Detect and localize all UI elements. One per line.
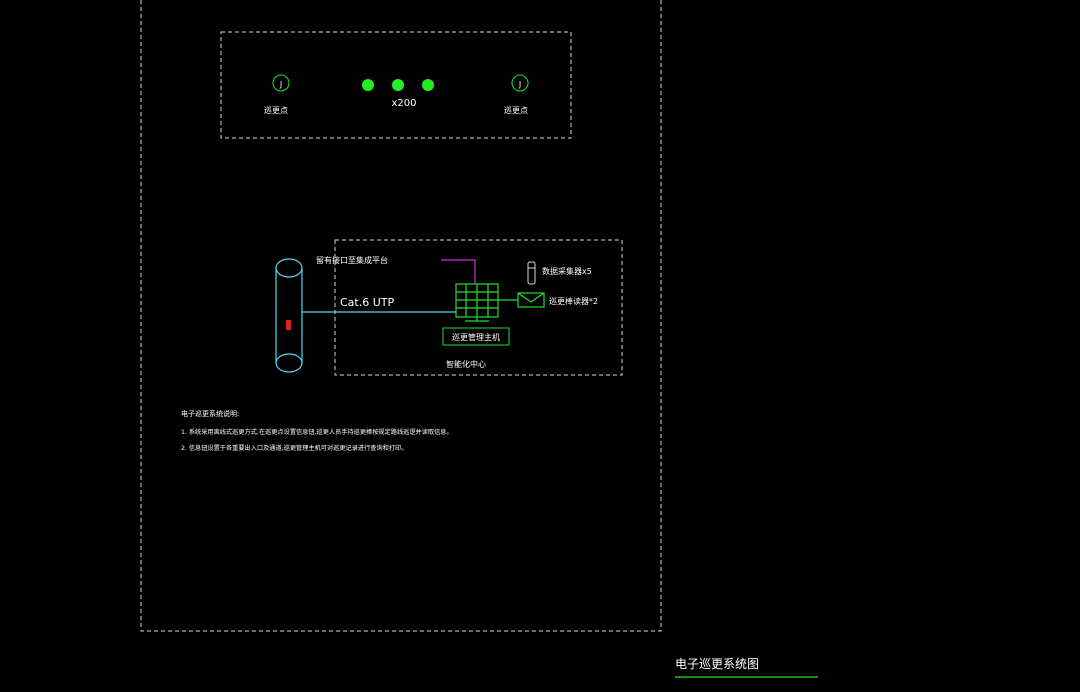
host-computer-icon (455, 283, 499, 322)
patrol-dot-1 (362, 79, 374, 91)
reader-label: 巡更棒读器*2 (549, 296, 598, 306)
cable-cylinder (275, 258, 303, 373)
sheet-frame (140, 0, 662, 632)
cable-label: Cat.6 UTP (340, 296, 394, 309)
notes-heading: 电子巡更系统说明: (181, 409, 239, 418)
notes-line-2: 2. 信息钮设置于各重要出入口及通道,巡更管理主机可对巡更记录进行查询和打印。 (181, 444, 407, 452)
patrol-point-right-label: 巡更点 (504, 105, 528, 115)
patrol-dot-2 (392, 79, 404, 91)
patrol-point-left-symbol: J (279, 80, 282, 89)
patrol-reader-icon (517, 292, 545, 308)
collector-label: 数据采集器x5 (542, 266, 592, 276)
integration-link (441, 259, 476, 284)
center-label: 智能化中心 (446, 359, 486, 369)
patrol-point-right-symbol: J (518, 80, 521, 89)
drawing-title: 电子巡更系统图 (675, 657, 759, 671)
data-collector-icon (527, 261, 536, 285)
patrol-point-right: J 巡更点 (504, 74, 529, 115)
patrol-dot-3 (422, 79, 434, 91)
interface-label: 留有接口至集成平台 (316, 255, 388, 265)
patrol-point-left-label: 巡更点 (264, 105, 288, 115)
drawing-canvas: J 巡更点 x200 J 巡更点 Cat.6 UTP 留有接口至集成平台 巡更管… (140, 0, 818, 678)
patrol-point-left: J 巡更点 (264, 74, 290, 115)
patrol-count-label: x200 (391, 98, 416, 109)
host-label: 巡更管理主机 (452, 332, 500, 342)
cabinet-mark (286, 320, 291, 330)
notes-line-1: 1. 系统采用离线式巡更方式,在巡更点设置信息钮,巡更人员手持巡更棒按规定路线巡… (181, 428, 453, 436)
